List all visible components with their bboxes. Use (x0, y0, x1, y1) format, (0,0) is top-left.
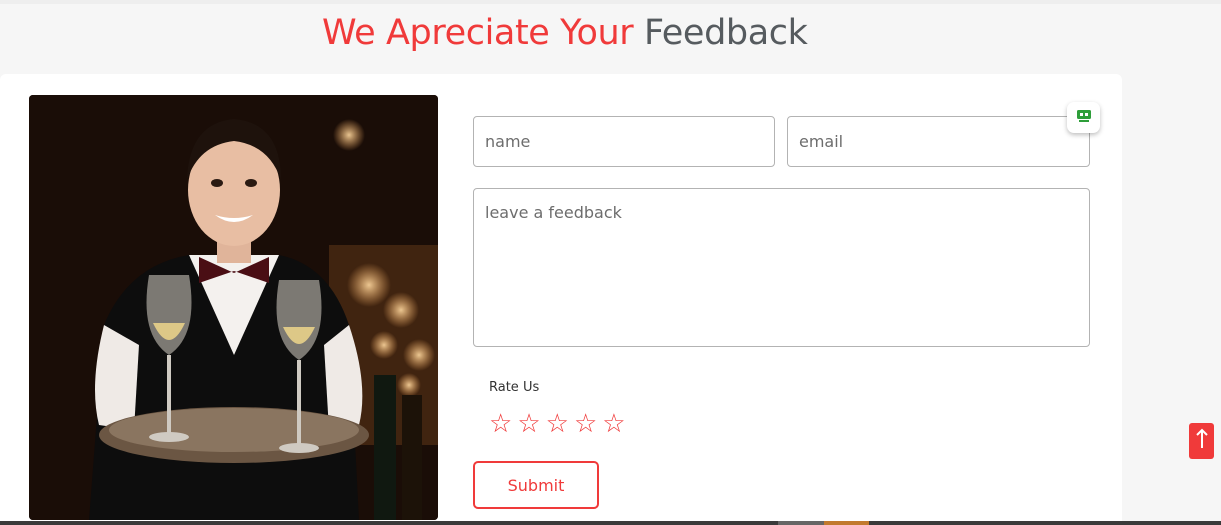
scroll-to-top-button[interactable] (1189, 423, 1214, 459)
rate-us-label: Rate Us (489, 380, 540, 395)
waitress-photo (29, 95, 438, 520)
star-4-icon[interactable]: ☆ (574, 409, 597, 439)
name-input[interactable] (473, 116, 775, 167)
star-5-icon[interactable]: ☆ (602, 409, 625, 439)
arrow-up-icon (1195, 428, 1209, 454)
star-2-icon[interactable]: ☆ (517, 409, 540, 439)
bottom-bar-segment (778, 521, 824, 525)
feedback-textarea[interactable] (473, 188, 1090, 347)
chat-bot-icon (1076, 108, 1092, 127)
page-title: We Apreciate Your Feedback (322, 13, 808, 53)
submit-button[interactable]: Submit (473, 461, 599, 509)
top-divider (0, 0, 1221, 4)
page-title-accent: We Apreciate Your (322, 13, 634, 53)
bottom-scrollbar (0, 521, 1221, 525)
page-title-rest: Feedback (643, 13, 808, 53)
email-input[interactable] (787, 116, 1090, 167)
star-3-icon[interactable]: ☆ (546, 409, 569, 439)
bottom-bar-segment-accent (824, 521, 869, 525)
chat-bot-widget-button[interactable] (1067, 102, 1100, 133)
star-1-icon[interactable]: ☆ (489, 409, 512, 439)
star-rating: ☆ ☆ ☆ ☆ ☆ (489, 409, 626, 439)
